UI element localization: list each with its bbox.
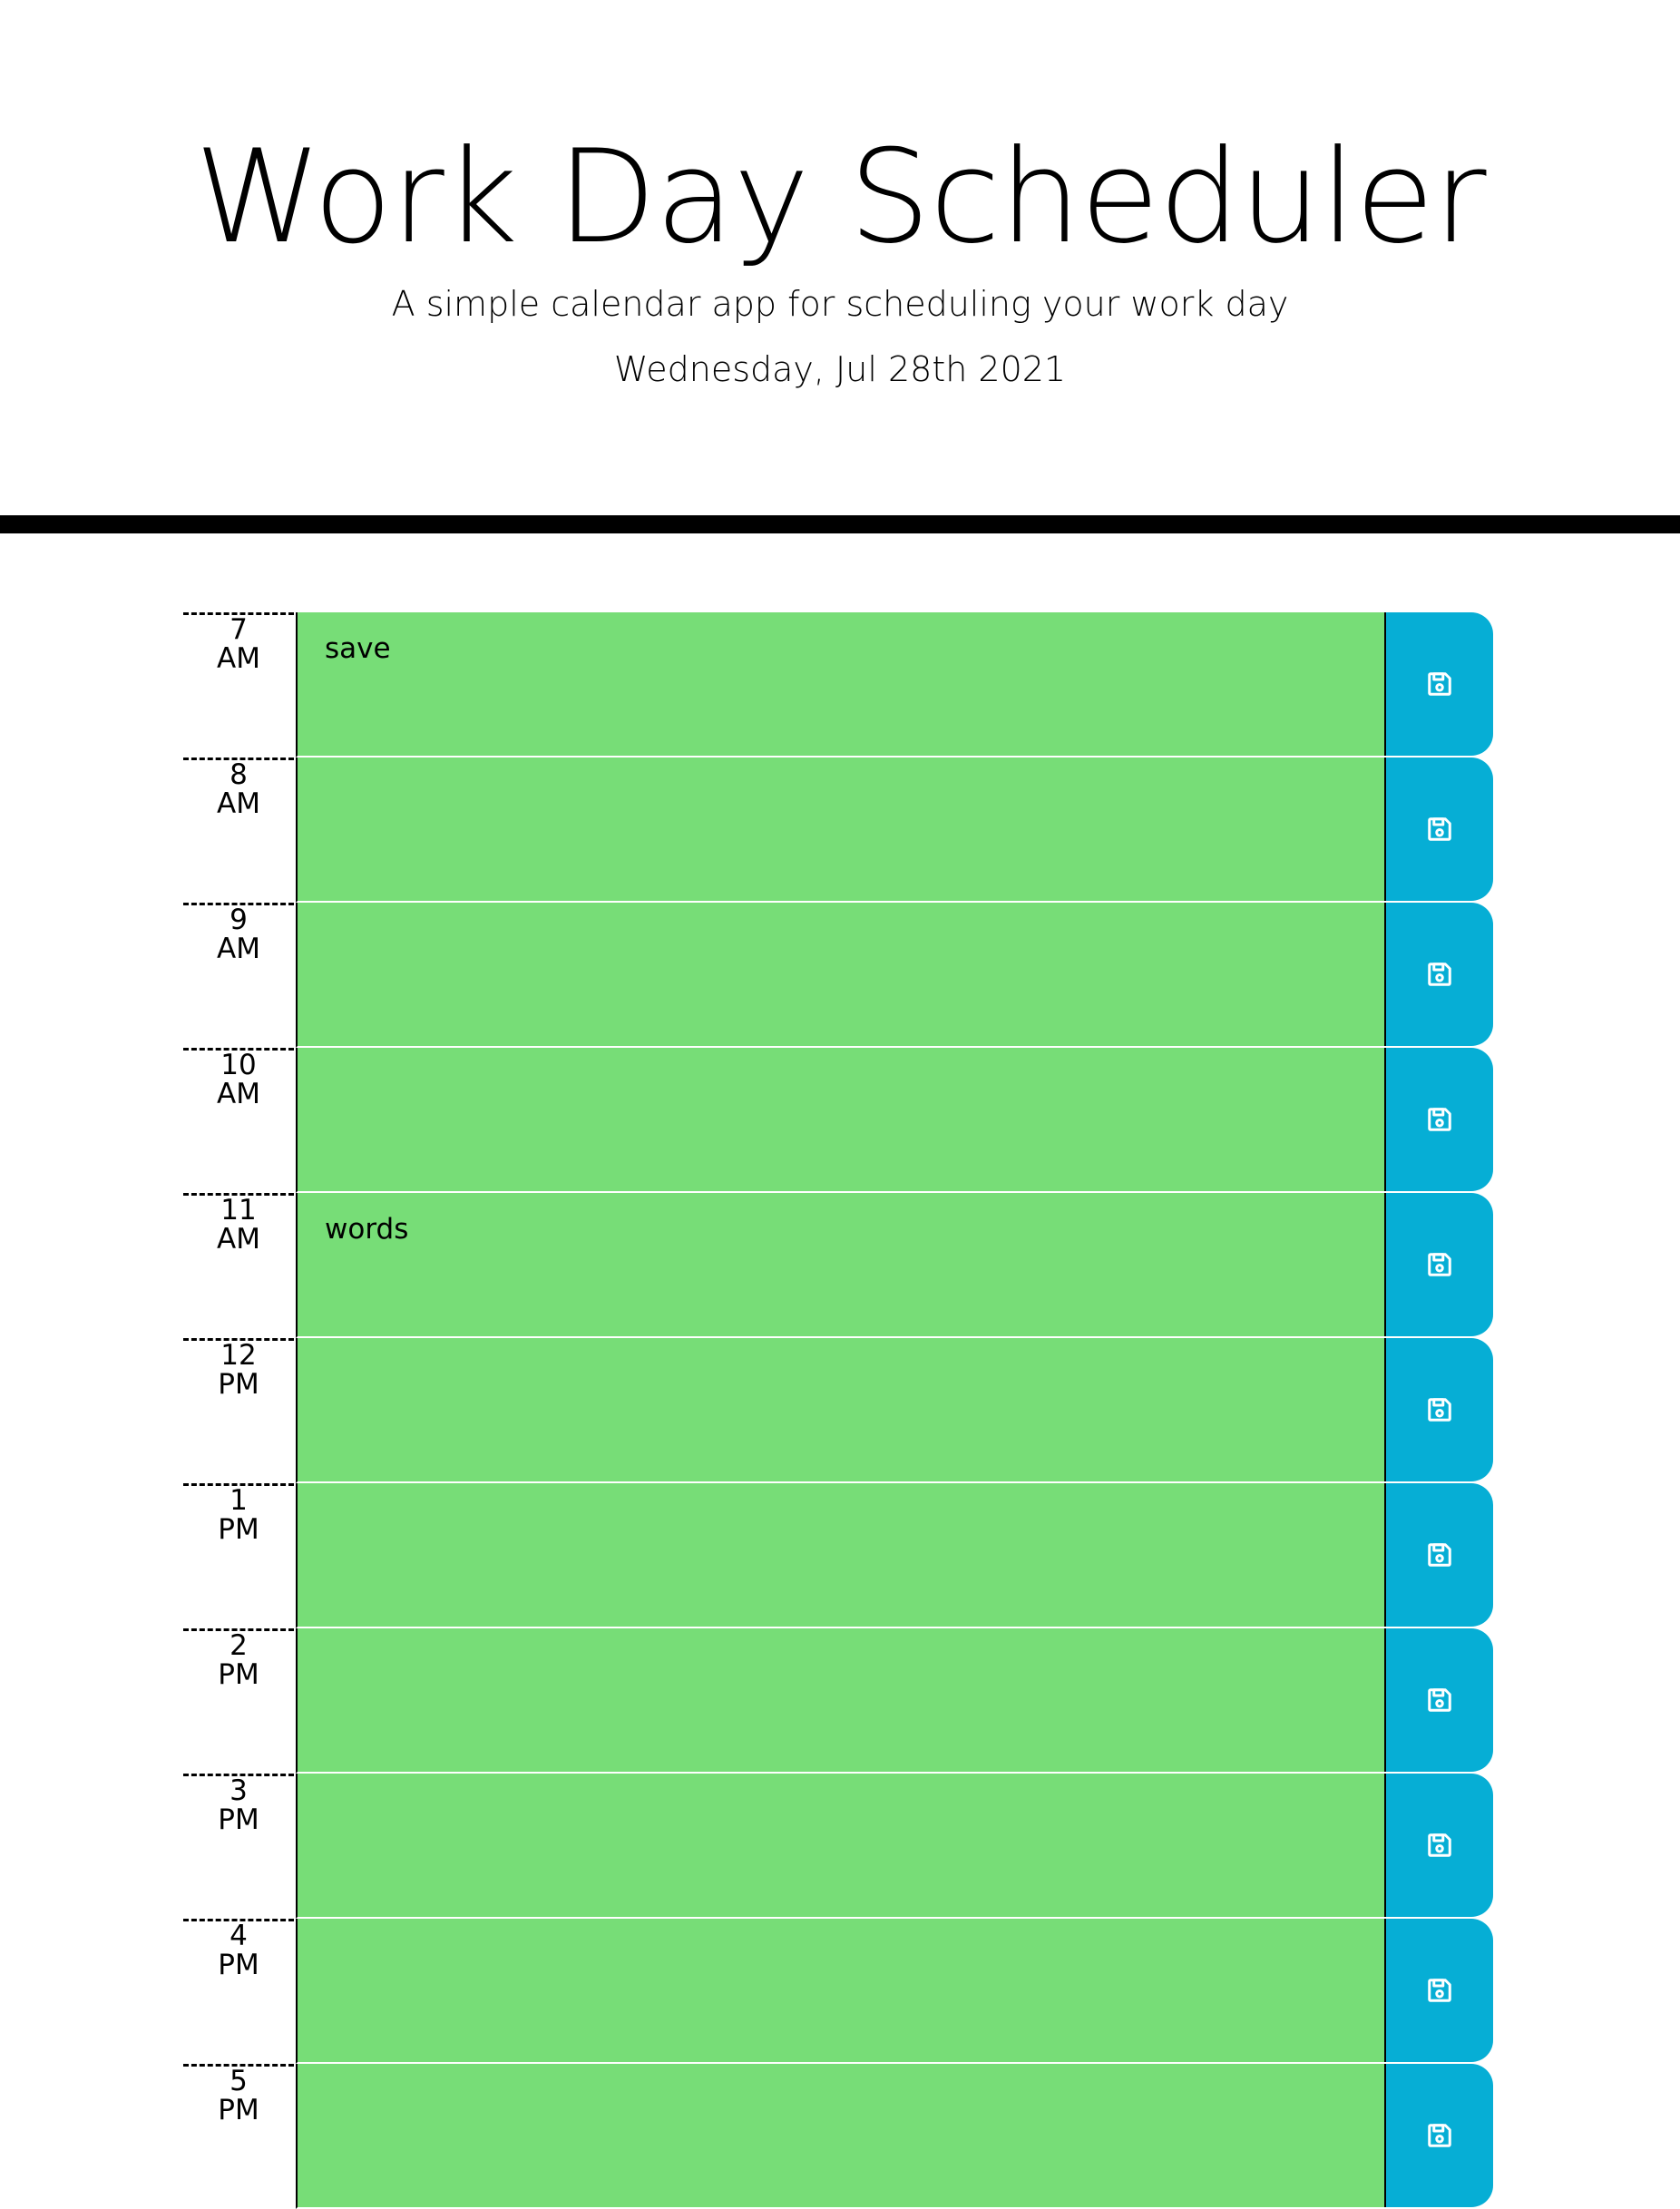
save-button[interactable]: [1384, 903, 1493, 1046]
save-button[interactable]: [1384, 1048, 1493, 1191]
description-textarea[interactable]: [296, 1338, 1384, 1483]
time-block-row: 10 AM: [0, 1048, 1680, 1193]
hour-number: 4: [230, 1920, 248, 1952]
hour-period: AM: [217, 1223, 260, 1256]
save-button[interactable]: [1384, 758, 1493, 901]
hour-label: 8 AM: [183, 758, 294, 903]
hour-period: PM: [218, 1803, 259, 1836]
hour-label: 9 AM: [183, 903, 294, 1048]
description-textarea[interactable]: [296, 758, 1384, 903]
hour-label: 3 PM: [183, 1774, 294, 1919]
time-block-row: 4 PM: [0, 1919, 1680, 2064]
hour-period: PM: [218, 1513, 259, 1546]
time-block-row: 8 AM: [0, 758, 1680, 903]
floppy-disk-icon: [1428, 1108, 1451, 1131]
hour-label: 2 PM: [183, 1628, 294, 1774]
description-textarea[interactable]: words: [296, 1193, 1384, 1338]
save-button[interactable]: [1384, 1338, 1493, 1481]
floppy-disk-icon: [1428, 1979, 1451, 2002]
save-button[interactable]: [1384, 1628, 1493, 1772]
time-block-row: 12 PM: [0, 1338, 1680, 1483]
save-button[interactable]: [1384, 612, 1493, 756]
time-block-row: 3 PM: [0, 1774, 1680, 1919]
hour-number: 10: [220, 1049, 257, 1081]
hour-period: PM: [218, 1368, 259, 1401]
hour-label: 10 AM: [183, 1048, 294, 1193]
description-textarea[interactable]: [296, 1048, 1384, 1193]
save-button[interactable]: [1384, 1193, 1493, 1336]
hour-number: 7: [230, 613, 248, 646]
header: Work Day Scheduler A simple calendar app…: [0, 0, 1680, 533]
hour-number: 1: [230, 1484, 248, 1517]
hour-label: 5 PM: [183, 2064, 294, 2209]
description-textarea[interactable]: [296, 1919, 1384, 2064]
hour-label: 12 PM: [183, 1338, 294, 1483]
floppy-disk-icon: [1428, 1833, 1451, 1857]
hour-label: 7 AM: [183, 612, 294, 758]
hour-number: 9: [230, 904, 248, 936]
hour-label: 11 AM: [183, 1193, 294, 1338]
hour-period: AM: [217, 642, 260, 675]
time-block-row: 11 AM words: [0, 1193, 1680, 1338]
hour-label: 4 PM: [183, 1919, 294, 2064]
description-textarea[interactable]: [296, 903, 1384, 1048]
current-day: Wednesday, Jul 28th 2021: [613, 349, 1067, 389]
hour-number: 12: [220, 1339, 257, 1372]
hour-number: 5: [230, 2065, 248, 2097]
hour-period: AM: [217, 787, 260, 820]
time-block-row: 9 AM: [0, 903, 1680, 1048]
description-textarea[interactable]: save: [296, 612, 1384, 758]
floppy-disk-icon: [1428, 1688, 1451, 1712]
save-button[interactable]: [1384, 2064, 1493, 2207]
hour-number: 8: [230, 758, 248, 791]
time-block-row: 7 AM save: [0, 612, 1680, 758]
floppy-disk-icon: [1428, 963, 1451, 986]
hour-label: 1 PM: [183, 1483, 294, 1628]
hour-period: AM: [217, 933, 260, 965]
page-subtitle: A simple calendar app for scheduling you…: [391, 284, 1289, 324]
description-textarea[interactable]: [296, 1628, 1384, 1774]
time-block-row: 2 PM: [0, 1628, 1680, 1774]
floppy-disk-icon: [1428, 817, 1451, 841]
floppy-disk-icon: [1428, 1543, 1451, 1567]
page-title: Work Day Scheduler: [194, 122, 1486, 272]
floppy-disk-icon: [1428, 672, 1451, 696]
description-textarea[interactable]: [296, 2064, 1384, 2209]
save-button[interactable]: [1384, 1919, 1493, 2062]
hour-number: 2: [230, 1629, 248, 1662]
floppy-disk-icon: [1428, 2124, 1451, 2147]
hour-number: 3: [230, 1774, 248, 1807]
save-button[interactable]: [1384, 1774, 1493, 1917]
hour-period: PM: [218, 2094, 259, 2126]
floppy-disk-icon: [1428, 1398, 1451, 1422]
hour-period: PM: [218, 1949, 259, 1981]
hour-period: AM: [217, 1078, 260, 1110]
time-block-row: 1 PM: [0, 1483, 1680, 1628]
save-button[interactable]: [1384, 1483, 1493, 1627]
hour-period: PM: [218, 1658, 259, 1691]
description-textarea[interactable]: [296, 1774, 1384, 1919]
schedule-container: 7 AM save 8 AM 9 AM 10 AM 11 AM words 12 PM 1 PM 2 PM 3 PM 4…: [0, 612, 1680, 2209]
hour-number: 11: [220, 1194, 257, 1227]
time-block-row: 5 PM: [0, 2064, 1680, 2209]
description-textarea[interactable]: [296, 1483, 1384, 1628]
floppy-disk-icon: [1428, 1253, 1451, 1276]
